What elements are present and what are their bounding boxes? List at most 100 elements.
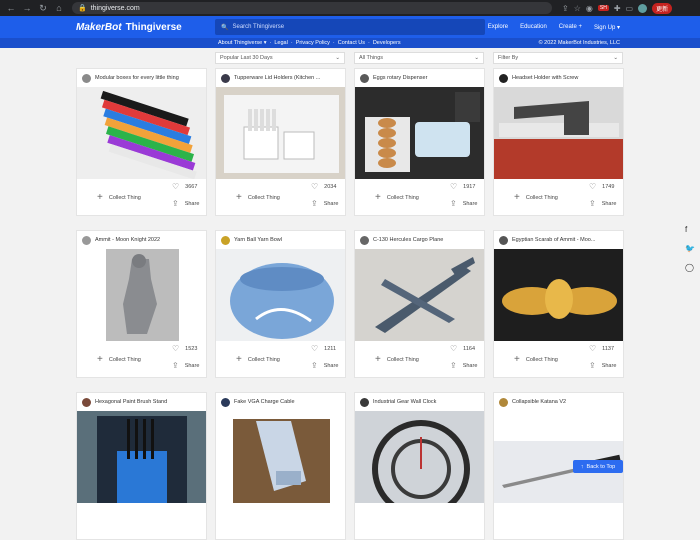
thing-thumbnail[interactable] — [355, 87, 484, 179]
thing-title[interactable]: Collapsible Katana V2 — [512, 399, 566, 405]
thing-card[interactable]: Yarn Ball Yarn Bowl + Collect Thing ♡ 12… — [215, 230, 346, 378]
share-button[interactable]: ⇪ Share — [450, 361, 477, 370]
like-button[interactable]: ♡ 1137 — [589, 344, 614, 353]
user-avatar[interactable] — [499, 73, 508, 83]
nav-signup[interactable]: Sign Up ▾ — [594, 24, 620, 31]
back-to-top-button[interactable]: ↑ Back to Top — [573, 460, 623, 473]
collect-thing-button[interactable]: + Collect Thing — [97, 192, 141, 203]
thing-thumbnail[interactable] — [77, 87, 206, 179]
update-button[interactable]: 更新 — [652, 2, 673, 14]
sidebar-icon[interactable]: ▭ — [626, 4, 634, 13]
like-button[interactable]: ♡ 3667 — [172, 182, 197, 191]
user-avatar[interactable] — [82, 235, 91, 245]
profile-avatar[interactable] — [638, 3, 648, 13]
thing-card[interactable]: Tupperware Lid Holders (Kitchen ... + Co… — [215, 68, 346, 216]
type-dropdown[interactable]: All Things ⌄ — [354, 52, 484, 64]
thing-thumbnail[interactable] — [494, 249, 623, 341]
thing-title[interactable]: Eggs rotary Dispenser — [373, 75, 427, 81]
link-about[interactable]: About Thingiverse ▾ — [218, 40, 267, 46]
thing-thumbnail[interactable] — [77, 411, 206, 503]
share-button[interactable]: ⇪ Share — [589, 199, 616, 208]
thing-title[interactable]: Headset Holder with Screw — [512, 75, 578, 81]
thing-thumbnail[interactable] — [216, 411, 345, 503]
collect-thing-button[interactable]: + Collect Thing — [375, 192, 419, 203]
thing-card[interactable]: Fake VGA Charge Cable — [215, 392, 346, 540]
collect-thing-button[interactable]: + Collect Thing — [236, 354, 280, 365]
user-avatar[interactable] — [499, 397, 508, 407]
thing-title[interactable]: Tupperware Lid Holders (Kitchen ... — [234, 75, 320, 81]
collect-thing-button[interactable]: + Collect Thing — [375, 354, 419, 365]
link-developers[interactable]: Developers — [373, 40, 401, 46]
share-button[interactable]: ⇪ Share — [589, 361, 616, 370]
back-icon[interactable]: ← — [6, 3, 16, 14]
user-avatar[interactable] — [221, 73, 230, 83]
collect-thing-button[interactable]: + Collect Thing — [514, 354, 558, 365]
thing-thumbnail[interactable] — [355, 411, 484, 503]
share-button[interactable]: ⇪ Share — [450, 199, 477, 208]
collect-thing-button[interactable]: + Collect Thing — [514, 192, 558, 203]
nav-explore[interactable]: Explore — [488, 24, 508, 30]
site-logo[interactable]: MakerBot Thingiverse — [76, 22, 182, 33]
thing-title[interactable]: Industrial Gear Wall Clock — [373, 399, 436, 405]
user-avatar[interactable] — [82, 73, 91, 83]
thing-card[interactable]: Egyptian Scarab of Ammit - Moo... + Coll… — [493, 230, 624, 378]
thing-card[interactable]: Industrial Gear Wall Clock — [354, 392, 485, 540]
nav-education[interactable]: Education — [520, 24, 547, 30]
thing-card[interactable]: Ammit - Moon Knight 2022 + Collect Thing… — [76, 230, 207, 378]
thing-thumbnail[interactable] — [77, 249, 206, 341]
user-avatar[interactable] — [82, 397, 91, 407]
thing-title[interactable]: C-130 Hercules Cargo Plane — [373, 237, 443, 243]
collect-thing-button[interactable]: + Collect Thing — [97, 354, 141, 365]
thing-title[interactable]: Hexagonal Paint Brush Stand — [95, 399, 167, 405]
user-avatar[interactable] — [221, 235, 230, 245]
collect-thing-button[interactable]: + Collect Thing — [236, 192, 280, 203]
thing-thumbnail[interactable] — [494, 87, 623, 179]
filter-dropdown[interactable]: Filter By ⌄ — [493, 52, 623, 64]
extension-icon[interactable]: ◉ — [586, 4, 593, 13]
share-page-icon[interactable]: ⇪ — [562, 4, 569, 13]
share-button[interactable]: ⇪ Share — [311, 361, 338, 370]
share-button[interactable]: ⇪ Share — [311, 199, 338, 208]
like-button[interactable]: ♡ 1749 — [589, 182, 614, 191]
search-input[interactable]: 🔍 Search Thingiverse — [215, 19, 485, 35]
thing-title[interactable]: Modular boxes for every little thing — [95, 75, 179, 81]
user-avatar[interactable] — [360, 73, 369, 83]
like-button[interactable]: ♡ 1211 — [311, 344, 336, 353]
like-button[interactable]: ♡ 1164 — [450, 344, 475, 353]
user-avatar[interactable] — [360, 397, 369, 407]
forward-icon[interactable]: → — [22, 3, 32, 14]
like-button[interactable]: ♡ 1917 — [450, 182, 475, 191]
thing-thumbnail[interactable] — [216, 87, 345, 179]
whatsapp-icon[interactable]: ◯ — [685, 263, 695, 272]
thing-thumbnail[interactable] — [216, 249, 345, 341]
link-privacy[interactable]: Privacy Policy — [296, 40, 330, 46]
share-button[interactable]: ⇪ Share — [172, 199, 199, 208]
sort-dropdown[interactable]: Popular Last 30 Days ⌄ — [215, 52, 345, 64]
user-avatar[interactable] — [499, 235, 508, 245]
thing-card[interactable]: Modular boxes for every little thing + C… — [76, 68, 207, 216]
home-icon[interactable]: ⌂ — [54, 3, 64, 14]
puzzle-icon[interactable]: ✚ — [614, 4, 621, 13]
user-avatar[interactable] — [221, 397, 230, 407]
thing-card[interactable]: Hexagonal Paint Brush Stand — [76, 392, 207, 540]
like-button[interactable]: ♡ 2034 — [311, 182, 336, 191]
thing-card[interactable]: C-130 Hercules Cargo Plane + Collect Thi… — [354, 230, 485, 378]
reload-icon[interactable]: ↻ — [38, 3, 48, 14]
link-legal[interactable]: Legal — [274, 40, 287, 46]
address-bar[interactable]: 🔒 thingiverse.com — [72, 2, 552, 14]
thing-title[interactable]: Yarn Ball Yarn Bowl — [234, 237, 282, 243]
bookmark-icon[interactable]: ☆ — [574, 4, 581, 13]
thing-thumbnail[interactable] — [355, 249, 484, 341]
thing-thumbnail[interactable] — [494, 411, 623, 503]
user-avatar[interactable] — [360, 235, 369, 245]
facebook-icon[interactable]: f — [685, 225, 695, 234]
nav-create[interactable]: Create + — [559, 24, 582, 30]
thing-card[interactable]: Eggs rotary Dispenser + Collect Thing ♡ … — [354, 68, 485, 216]
like-button[interactable]: ♡ 1523 — [172, 344, 197, 353]
twitter-icon[interactable]: 🐦 — [685, 244, 695, 253]
share-button[interactable]: ⇪ Share — [172, 361, 199, 370]
thing-title[interactable]: Ammit - Moon Knight 2022 — [95, 237, 160, 243]
link-contact[interactable]: Contact Us — [338, 40, 365, 46]
thing-title[interactable]: Fake VGA Charge Cable — [234, 399, 295, 405]
thing-title[interactable]: Egyptian Scarab of Ammit - Moo... — [512, 237, 595, 243]
